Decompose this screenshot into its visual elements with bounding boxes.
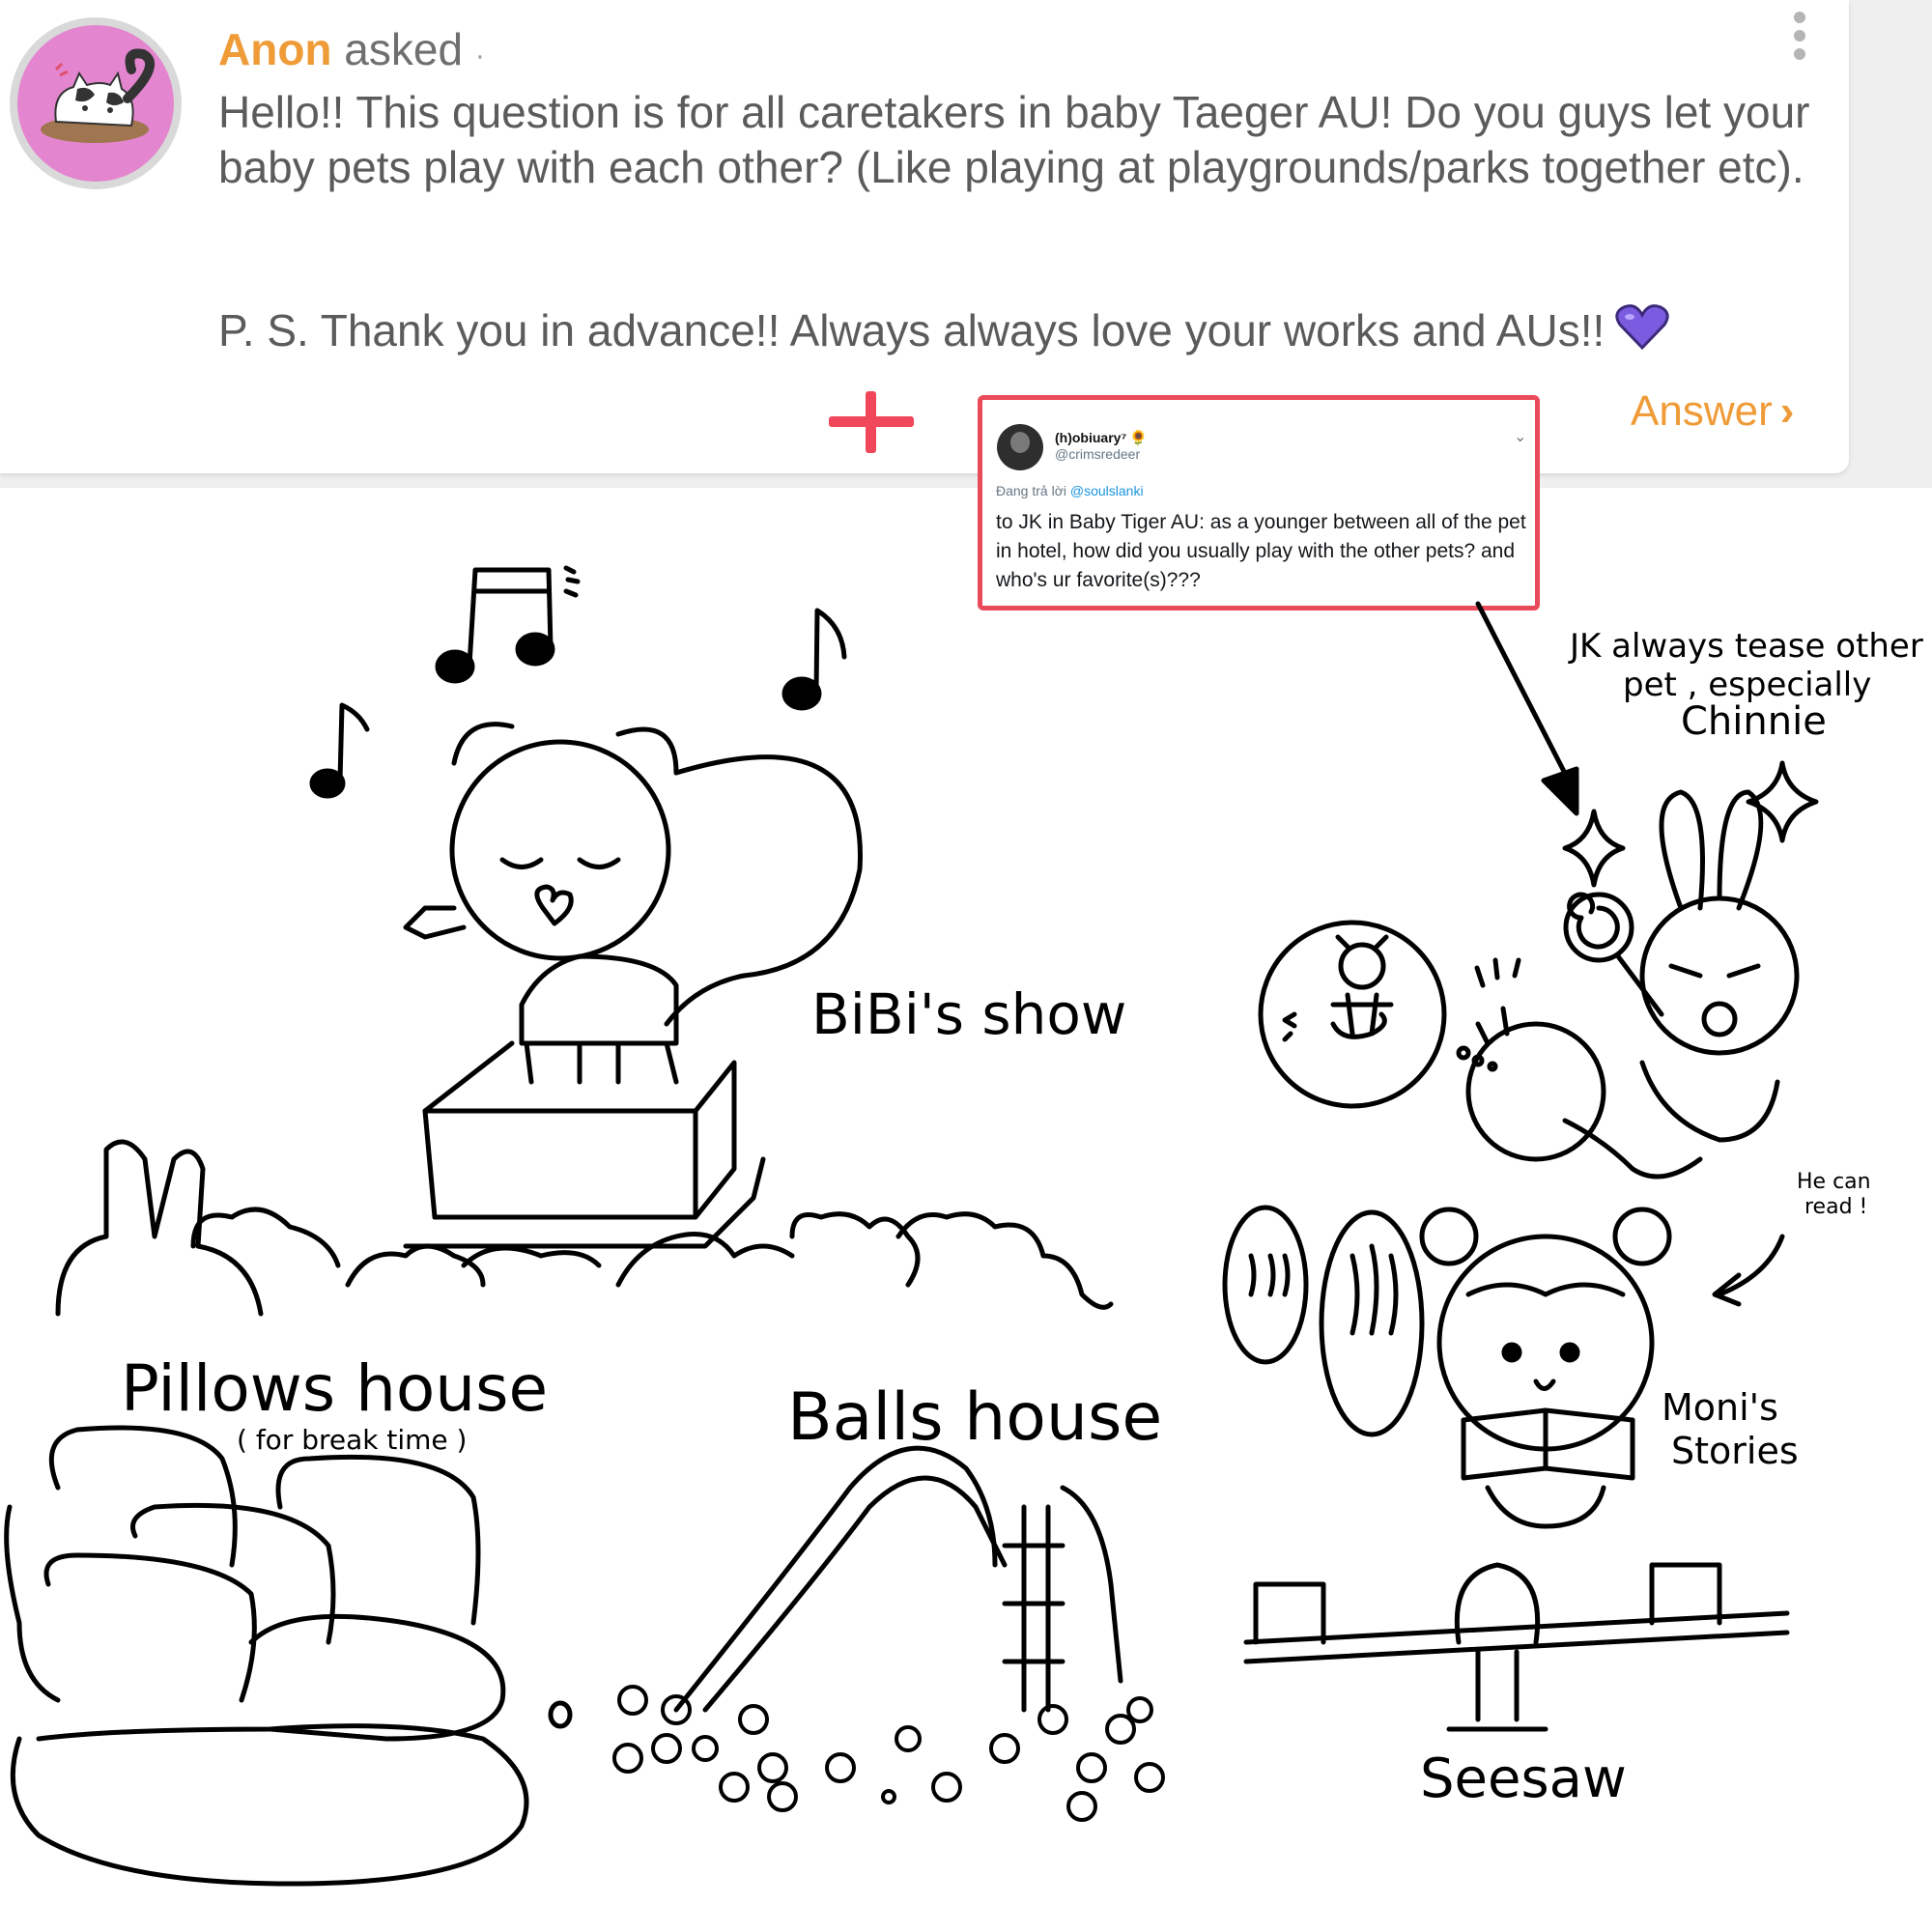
- jk-bunny-character: [1639, 789, 1800, 1143]
- moni-bubbles: [1222, 1205, 1425, 1437]
- ball-pit: [612, 1685, 1165, 1822]
- bibi-character: [403, 722, 863, 1085]
- arrow-to-moni: [1712, 1234, 1785, 1307]
- pillows-house-subtitle: ( for break time ): [237, 1424, 467, 1456]
- music-notes-icon: [309, 565, 847, 799]
- pillows-house-label: Pillows house: [121, 1351, 548, 1426]
- he-can-read-line-2: read !: [1804, 1195, 1867, 1219]
- stage-box: [403, 1040, 766, 1249]
- thought-bubble: [1258, 920, 1498, 1109]
- seesaw: [1243, 1562, 1790, 1732]
- bibi-show-label: BiBi's show: [811, 981, 1126, 1047]
- he-can-read-line-1: He can: [1797, 1170, 1871, 1194]
- seesaw-label: Seesaw: [1420, 1747, 1627, 1810]
- moni-label-line-1: Moni's: [1662, 1386, 1778, 1429]
- chinnie-character: [1465, 957, 1703, 1179]
- moni-label-line-2: Stories: [1671, 1430, 1799, 1472]
- slide: [673, 1445, 1123, 1713]
- balls-house-label: Balls house: [787, 1379, 1162, 1456]
- jk-note-line-1: JK always tease other: [1568, 627, 1923, 666]
- sparkle-icon: [1562, 760, 1819, 888]
- playground-drawing: BiBi's show Pillows house ( for break ti…: [4, 565, 1923, 1887]
- jk-note-line-2: pet , especially: [1623, 666, 1871, 704]
- audience-heads: [55, 1139, 1114, 1317]
- moni-character: [1419, 1207, 1672, 1529]
- jk-note-line-3: Chinnie: [1681, 699, 1827, 744]
- pillows-pile: [4, 1425, 573, 1887]
- arrow-to-jk: [1475, 601, 1579, 816]
